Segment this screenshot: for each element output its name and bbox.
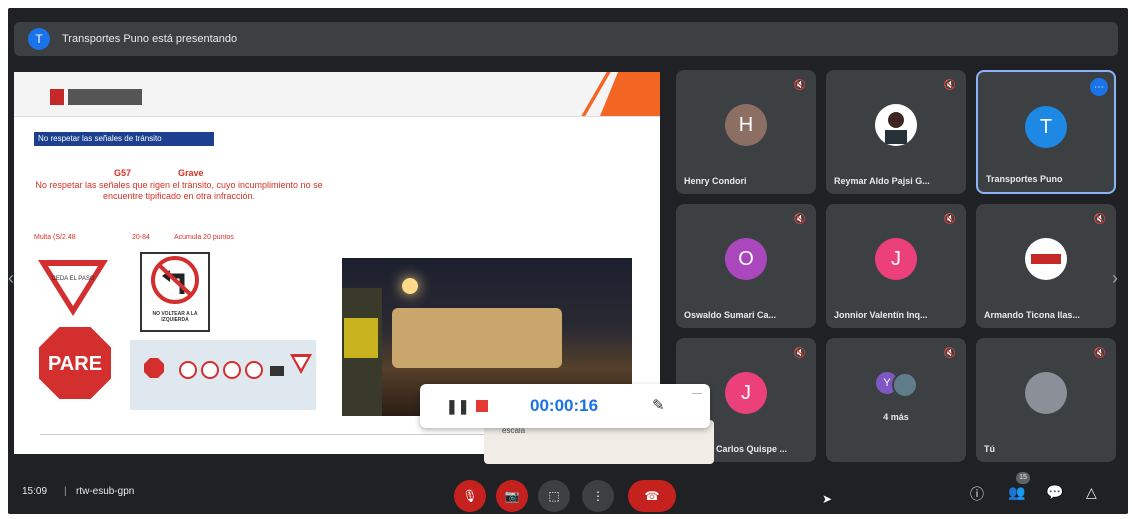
mic-off-icon: 🔇 (943, 348, 956, 359)
no-left-turn-icon (151, 256, 199, 304)
mic-off-icon: 🔇 (1093, 214, 1106, 225)
chevron-right-icon[interactable]: › (1112, 268, 1118, 289)
meeting-code: rtw-esub-gpn (76, 486, 135, 497)
participant-name: Henry Condori (684, 176, 747, 186)
participant-tile[interactable]: 🔇 O Oswaldo Sumari Ca... (676, 204, 816, 328)
info-icon[interactable]: ⓘ (970, 484, 984, 504)
meet-window: T Transportes Puno está presentando ‹ No… (8, 8, 1128, 514)
people-count-badge: 15 (1016, 472, 1030, 484)
mic-off-icon: 🔇 (793, 348, 806, 359)
infraction-code: G57 (114, 168, 132, 178)
more-participants-count: 4 más (883, 412, 909, 422)
participant-name: Transportes Puno (986, 174, 1063, 184)
recording-timer: 00:00:16 (530, 396, 599, 415)
yield-sign-image: CEDA EL PASO (38, 260, 108, 316)
meeting-controls-bar: 15:09 | rtw-esub-gpn 🎙 📷 ⬚ ⋮ ☎ ⓘ 15 👥 💬 … (8, 472, 1128, 514)
avatar-photo (875, 104, 917, 146)
participant-name: Jonnior Valentín Inq... (834, 310, 928, 320)
participant-tile[interactable]: ⋯ T Transportes Puno (976, 70, 1116, 194)
more-options-button[interactable]: ⋮ (582, 480, 614, 512)
mouse-cursor-icon: ➤ (822, 492, 833, 506)
avatar: J (725, 372, 767, 414)
participant-name: Armando Ticona Ilas... (984, 310, 1080, 320)
minimize-icon[interactable]: — (692, 388, 702, 399)
mic-off-icon: 🎙 (462, 489, 478, 503)
avatar: O (725, 238, 767, 280)
yield-sign-text: CEDA EL PASO (51, 276, 94, 282)
avatar: H (725, 104, 767, 146)
infraction-accumulation: Acumula 20 puntos (174, 234, 234, 241)
end-call-icon: ☎ (644, 489, 660, 503)
mic-off-icon: 🔇 (1093, 348, 1106, 359)
stop-sign-text: PARE (48, 353, 102, 375)
infraction-description: No respetar las señales que rigen el trá… (35, 180, 323, 201)
meeting-time: 15:09 (22, 486, 48, 497)
more-options-icon[interactable]: ⋯ (1090, 78, 1108, 96)
people-icon[interactable]: 👥 (1008, 484, 1025, 501)
participant-name: Reymar Aldo Pajsi G... (834, 176, 930, 186)
activities-icon[interactable]: △ (1086, 484, 1097, 501)
mic-off-icon: 🔇 (793, 80, 806, 91)
infraction-fine: Multa (S/2.48 (34, 234, 76, 241)
participant-tile[interactable]: 🔇 H Henry Condori (676, 70, 816, 194)
self-avatar-photo (1025, 372, 1067, 414)
participant-name: Tú (984, 444, 995, 454)
mic-off-icon: 🔇 (793, 214, 806, 225)
presenter-avatar: T (28, 28, 50, 50)
self-tile[interactable]: 🔇 Tú (976, 338, 1116, 462)
mic-toggle-button[interactable]: 🎙 (454, 480, 486, 512)
slide-heading: No respetar las señales de tránsito (34, 132, 214, 146)
participant-name: Carlos Quispe ... (716, 444, 788, 454)
stop-icon[interactable] (476, 400, 488, 412)
participant-name: Oswaldo Sumari Ca... (684, 310, 777, 320)
more-vertical-icon: ⋮ (592, 489, 604, 503)
no-left-turn-sign-image: NO VOLTEAR A LA IZQUIERDA (140, 252, 210, 332)
infraction-severity: Grave (178, 168, 204, 178)
presenting-text: Transportes Puno está presentando (62, 33, 238, 45)
traffic-signs-strip-image (130, 340, 316, 410)
pause-icon[interactable]: ❚❚ (446, 398, 469, 415)
avatar-photo (892, 372, 918, 398)
avatar: J (875, 238, 917, 280)
stop-sign-image: PARE (37, 325, 113, 401)
end-call-button[interactable]: ☎ (628, 480, 676, 512)
camera-toggle-button[interactable]: 📷 (496, 480, 528, 512)
more-participants-tile[interactable]: 🔇 Y 4 más (826, 338, 966, 462)
present-icon: ⬚ (548, 489, 560, 503)
separator: | (64, 486, 67, 497)
avatar: T (1025, 106, 1067, 148)
screen-recorder-widget: ❚❚ 00:00:16 ✎ — (420, 384, 710, 428)
participant-tile[interactable]: 🔇 J Jonnior Valentín Inq... (826, 204, 966, 328)
no-left-turn-text: NO VOLTEAR A LA IZQUIERDA (152, 311, 198, 323)
chat-icon[interactable]: 💬 (1046, 484, 1063, 501)
present-button[interactable]: ⬚ (538, 480, 570, 512)
camera-off-icon: 📷 (504, 489, 520, 503)
mic-off-icon: 🔇 (943, 80, 956, 91)
infraction-points: 20-84 (132, 234, 150, 241)
presenting-banner: T Transportes Puno está presentando (14, 22, 1118, 56)
avatar-logo (1025, 238, 1067, 280)
participant-tile[interactable]: 🔇 Reymar Aldo Pajsi G... (826, 70, 966, 194)
participant-tile[interactable]: 🔇 Armando Ticona Ilas... (976, 204, 1116, 328)
mic-off-icon: 🔇 (943, 214, 956, 225)
pen-icon[interactable]: ✎ (652, 396, 665, 414)
ministry-logo (50, 89, 142, 105)
